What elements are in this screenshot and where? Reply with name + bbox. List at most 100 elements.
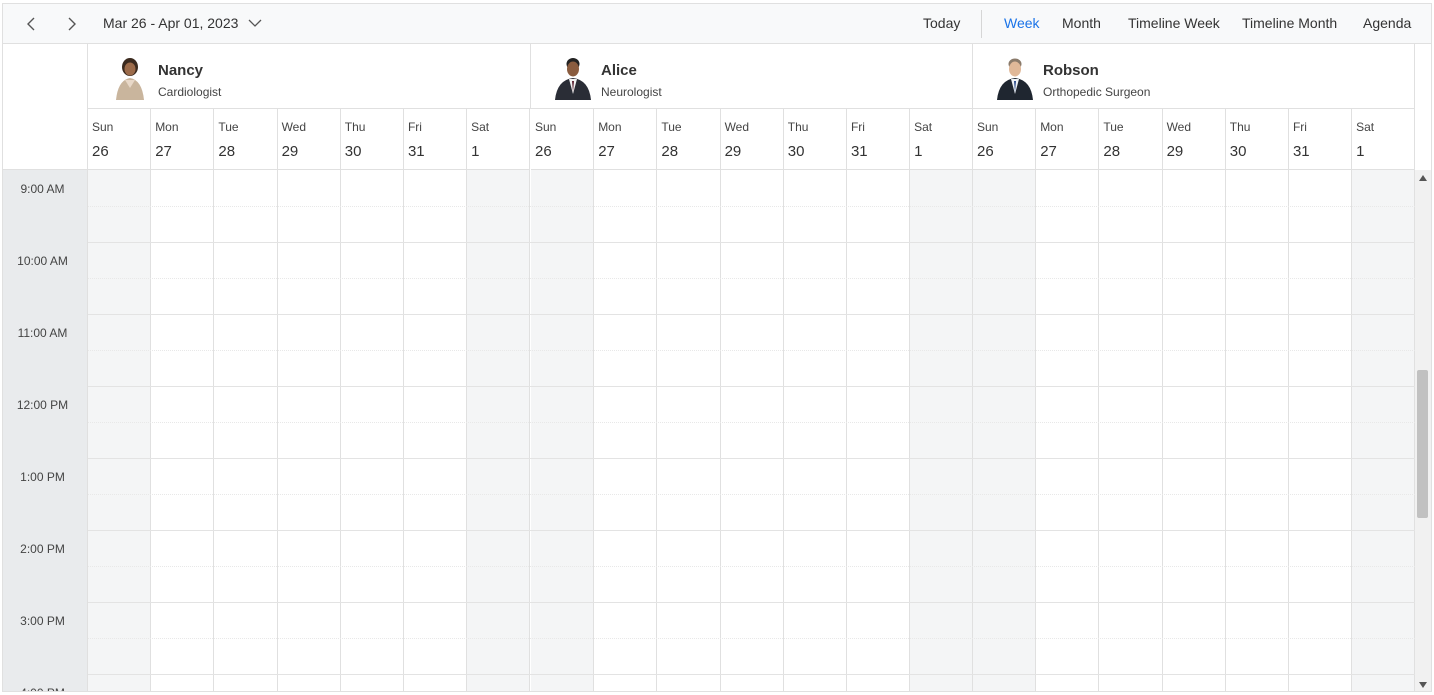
day-name: Wed — [1166, 120, 1192, 134]
scroll-thumb[interactable] — [1417, 370, 1428, 518]
day-column[interactable] — [1226, 170, 1289, 691]
day-name: Sat — [1356, 120, 1375, 134]
day-date[interactable]: 26 — [92, 143, 109, 160]
day-column[interactable] — [594, 170, 658, 691]
day-column[interactable] — [88, 170, 152, 691]
day-header-cell[interactable]: Fri 31 — [846, 109, 911, 170]
day-name: Sat — [914, 120, 933, 134]
resource-header-alice[interactable]: Alice Neurologist — [531, 44, 973, 109]
today-button[interactable]: Today — [923, 15, 960, 31]
day-column[interactable] — [278, 170, 341, 691]
vertical-scrollbar[interactable] — [1415, 170, 1431, 691]
day-name: Fri — [850, 120, 865, 134]
day-name: Tue — [661, 120, 682, 134]
day-column[interactable] — [404, 170, 468, 691]
day-date[interactable]: 26 — [977, 143, 994, 160]
day-date[interactable]: 28 — [661, 143, 678, 160]
day-header-cell[interactable]: Thu 30 — [783, 109, 847, 170]
next-button[interactable] — [59, 12, 83, 36]
date-range-picker[interactable]: Mar 26 - Apr 01, 2023 — [103, 15, 262, 31]
resource-designation: Neurologist — [601, 85, 662, 99]
day-column[interactable] — [910, 170, 974, 691]
resource-designation: Cardiologist — [158, 85, 222, 99]
day-header-cell[interactable]: Mon 27 — [594, 109, 658, 170]
view-agenda-button[interactable]: Agenda — [1363, 15, 1411, 31]
day-date[interactable]: 1 — [471, 143, 479, 160]
day-header-cell[interactable]: Wed 29 — [720, 109, 784, 170]
day-date[interactable]: 1 — [1356, 143, 1364, 160]
chevron-right-icon — [68, 17, 76, 31]
day-date[interactable]: 28 — [1103, 143, 1120, 160]
day-column[interactable] — [721, 170, 784, 691]
day-header-cell[interactable]: Mon 27 — [1036, 109, 1100, 170]
day-column[interactable] — [341, 170, 404, 691]
day-column[interactable] — [531, 170, 595, 691]
time-slot-line — [88, 638, 1415, 639]
resource-header-robson[interactable]: Robson Orthopedic Surgeon — [973, 44, 1415, 109]
day-date[interactable]: 29 — [725, 143, 742, 160]
day-header-cell[interactable]: Thu 30 — [340, 109, 404, 170]
day-date[interactable]: 31 — [408, 143, 425, 160]
day-header-cell[interactable]: Thu 30 — [1225, 109, 1289, 170]
day-date[interactable]: 30 — [1230, 143, 1247, 160]
day-column[interactable] — [467, 170, 531, 691]
day-header-cell[interactable]: Tue 28 — [214, 109, 278, 170]
view-month-button[interactable]: Month — [1062, 15, 1101, 31]
day-header-cell[interactable]: Wed 29 — [1162, 109, 1226, 170]
day-column[interactable] — [1163, 170, 1226, 691]
day-date[interactable]: 26 — [535, 143, 552, 160]
day-header-cell[interactable]: Wed 29 — [277, 109, 341, 170]
day-header-cell[interactable]: Sun 26 — [531, 109, 595, 170]
day-date[interactable]: 27 — [155, 143, 172, 160]
day-date[interactable]: 30 — [345, 143, 362, 160]
view-timeline-week-button[interactable]: Timeline Week — [1128, 15, 1220, 31]
day-column[interactable] — [657, 170, 721, 691]
time-slot-line — [88, 458, 1415, 459]
day-column[interactable] — [973, 170, 1037, 691]
day-header-cell[interactable]: Fri 31 — [403, 109, 468, 170]
day-header-cell[interactable]: Sat 1 — [1352, 109, 1416, 170]
day-column[interactable] — [847, 170, 911, 691]
day-header-cell[interactable]: Fri 31 — [1288, 109, 1353, 170]
day-header-cell[interactable]: Sat 1 — [910, 109, 974, 170]
day-column[interactable] — [1036, 170, 1100, 691]
scroll-down-button[interactable] — [1415, 677, 1431, 691]
day-column[interactable] — [784, 170, 847, 691]
day-name: Thu — [1229, 120, 1251, 134]
resource-header-nancy[interactable]: Nancy Cardiologist — [88, 44, 531, 109]
day-date[interactable]: 1 — [914, 143, 922, 160]
day-header-cell[interactable]: Sun 26 — [973, 109, 1037, 170]
avatar — [551, 54, 595, 100]
day-date[interactable]: 30 — [788, 143, 805, 160]
day-date[interactable]: 31 — [851, 143, 868, 160]
day-name: Fri — [407, 120, 422, 134]
chevron-left-icon — [27, 17, 35, 31]
day-date[interactable]: 28 — [218, 143, 235, 160]
view-timeline-month-button[interactable]: Timeline Month — [1242, 15, 1337, 31]
avatar — [108, 54, 152, 100]
time-slot-line — [88, 602, 1415, 603]
day-column[interactable] — [151, 170, 215, 691]
day-date[interactable]: 29 — [1167, 143, 1184, 160]
day-column[interactable] — [214, 170, 278, 691]
day-header-cell[interactable]: Tue 28 — [1099, 109, 1163, 170]
day-column[interactable] — [1289, 170, 1353, 691]
day-header-cell[interactable]: Tue 28 — [657, 109, 721, 170]
day-name: Mon — [155, 120, 179, 134]
day-column[interactable] — [1352, 170, 1415, 691]
time-slot-line — [88, 566, 1415, 567]
day-header-cell[interactable]: Sun 26 — [88, 109, 152, 170]
day-column[interactable] — [1099, 170, 1163, 691]
scroll-up-button[interactable] — [1415, 170, 1431, 186]
view-week-button[interactable]: Week — [1004, 15, 1040, 31]
day-date[interactable]: 29 — [282, 143, 299, 160]
day-date[interactable]: 27 — [598, 143, 615, 160]
day-header-cell[interactable]: Mon 27 — [151, 109, 215, 170]
time-label: 1:00 PM — [20, 470, 65, 484]
resource-name: Nancy — [158, 62, 204, 79]
time-slot-line — [88, 278, 1415, 279]
day-date[interactable]: 31 — [1293, 143, 1310, 160]
day-date[interactable]: 27 — [1040, 143, 1057, 160]
prev-button[interactable] — [20, 12, 44, 36]
day-header-cell[interactable]: Sat 1 — [467, 109, 531, 170]
